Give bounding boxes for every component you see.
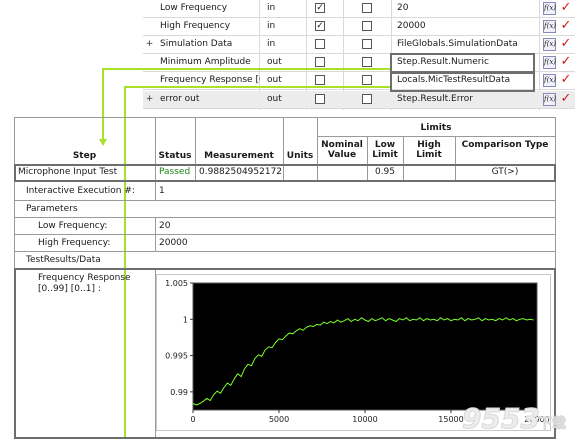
expander-icon[interactable] (145, 58, 154, 67)
param-value[interactable]: 20 (397, 3, 408, 13)
table-border (14, 117, 556, 118)
expression-fx-icon[interactable]: f(x) (543, 56, 556, 69)
table-border (14, 200, 556, 201)
low-frequency-label: Low Frequency: (38, 221, 108, 231)
expression-fx-icon[interactable]: f(x) (543, 38, 556, 51)
expression-fx-icon[interactable]: f(x) (543, 93, 556, 106)
testresults-label: TestResults/Data (26, 255, 101, 265)
connector-line (124, 86, 390, 88)
interactive-execution-value: 1 (159, 186, 165, 196)
connector-line (102, 68, 390, 70)
parameter-grid: Low Frequency in ✓ 20 f(x) ✓ High Freque… (143, 0, 575, 110)
param-row-low-frequency[interactable]: Low Frequency in ✓ 20 f(x) ✓ (143, 0, 575, 18)
y-axis: 0.99 0.995 1 1.005 (165, 279, 193, 397)
y-tick-label: 0.99 (170, 388, 188, 397)
parameters-label: Parameters (26, 204, 78, 214)
expression-fx-icon[interactable]: f(x) (543, 74, 556, 87)
param-value[interactable]: FileGlobals.SimulationData (397, 39, 518, 49)
x-tick-label: 5000 (269, 415, 289, 424)
param-type: out (267, 75, 282, 85)
param-name: Low Frequency (160, 3, 228, 13)
param-name: High Frequency (160, 21, 231, 31)
y-tick-label: 1.005 (165, 279, 188, 288)
header-limits: Limits (420, 123, 452, 133)
valid-check-icon: ✓ (560, 18, 572, 33)
watermark-logo: 9553 下载 (462, 402, 567, 436)
expression-fx-icon[interactable]: f(x) (543, 20, 556, 33)
header-nominal-value: Nominal Value (321, 140, 363, 160)
low-frequency-value: 20 (159, 221, 171, 231)
valid-check-icon: ✓ (560, 36, 572, 51)
header-step: Step (72, 151, 97, 161)
table-border (14, 217, 556, 218)
checkbox[interactable] (315, 39, 325, 49)
expression-fx-icon[interactable]: f(x) (543, 2, 556, 15)
header-units: Units (286, 151, 314, 161)
checkbox[interactable] (362, 3, 372, 13)
highlight-box (390, 72, 535, 92)
valid-check-icon: ✓ (560, 72, 572, 87)
table-border (155, 182, 156, 200)
param-value[interactable]: Step.Result.Error (397, 94, 473, 104)
expander-icon[interactable] (145, 4, 154, 13)
expander-icon[interactable] (145, 76, 154, 85)
param-row-error-out[interactable]: + error out out Step.Result.Error f(x) ✓ (143, 91, 575, 109)
header-low-limit: Low Limit (372, 140, 398, 160)
x-tick-label: 10000 (352, 415, 377, 424)
checkbox[interactable]: ✓ (315, 21, 325, 31)
param-name: Minimum Amplitude (160, 57, 251, 67)
checkbox[interactable]: ✓ (315, 3, 325, 13)
x-tick-label: 0 (190, 415, 195, 424)
table-border (14, 234, 556, 235)
checkbox[interactable] (362, 39, 372, 49)
param-type: out (267, 94, 282, 104)
header-measurement: Measurement (204, 151, 274, 161)
interactive-execution-label: Interactive Execution #: (26, 186, 135, 196)
checkbox[interactable] (315, 94, 325, 104)
table-border (14, 251, 556, 252)
param-name: error out (160, 94, 200, 104)
param-row-high-frequency[interactable]: High Frequency in ✓ 20000 f(x) ✓ (143, 18, 575, 36)
valid-check-icon: ✓ (560, 0, 572, 15)
checkbox[interactable] (362, 21, 372, 31)
y-tick-label: 1 (183, 315, 188, 324)
y-tick-label: 0.995 (165, 352, 188, 361)
valid-check-icon: ✓ (560, 91, 572, 106)
param-row-simulation-data[interactable]: + Simulation Data in FileGlobals.Simulat… (143, 36, 575, 54)
expander-icon[interactable]: + (145, 40, 154, 49)
plot-area (192, 282, 538, 411)
selected-row-highlight (14, 164, 556, 182)
checkbox[interactable] (362, 57, 372, 67)
checkbox[interactable] (315, 57, 325, 67)
header-high-limit: High Limit (416, 140, 442, 160)
header-status: Status (158, 151, 192, 161)
expander-icon[interactable]: + (145, 95, 154, 104)
param-value[interactable]: 20000 (397, 21, 426, 31)
highlight-box (390, 53, 535, 73)
checkbox[interactable] (362, 94, 372, 104)
checkbox[interactable] (362, 75, 372, 85)
param-type: in (267, 39, 276, 49)
table-border (317, 136, 555, 137)
param-type: in (267, 3, 276, 13)
high-frequency-label: High Frequency: (38, 238, 111, 248)
param-name: Frequency Response [0.... (160, 75, 260, 85)
table-border (155, 217, 156, 251)
expander-icon[interactable] (145, 22, 154, 31)
valid-check-icon: ✓ (560, 54, 572, 69)
header-comparison-type: Comparison Type (461, 140, 549, 150)
svg-text:下载: 下载 (538, 415, 566, 432)
param-name: Simulation Data (160, 39, 233, 49)
param-type: in (267, 21, 276, 31)
high-frequency-value: 20000 (159, 238, 188, 248)
param-type: out (267, 57, 282, 67)
svg-text:9553: 9553 (462, 402, 540, 435)
checkbox[interactable] (315, 75, 325, 85)
